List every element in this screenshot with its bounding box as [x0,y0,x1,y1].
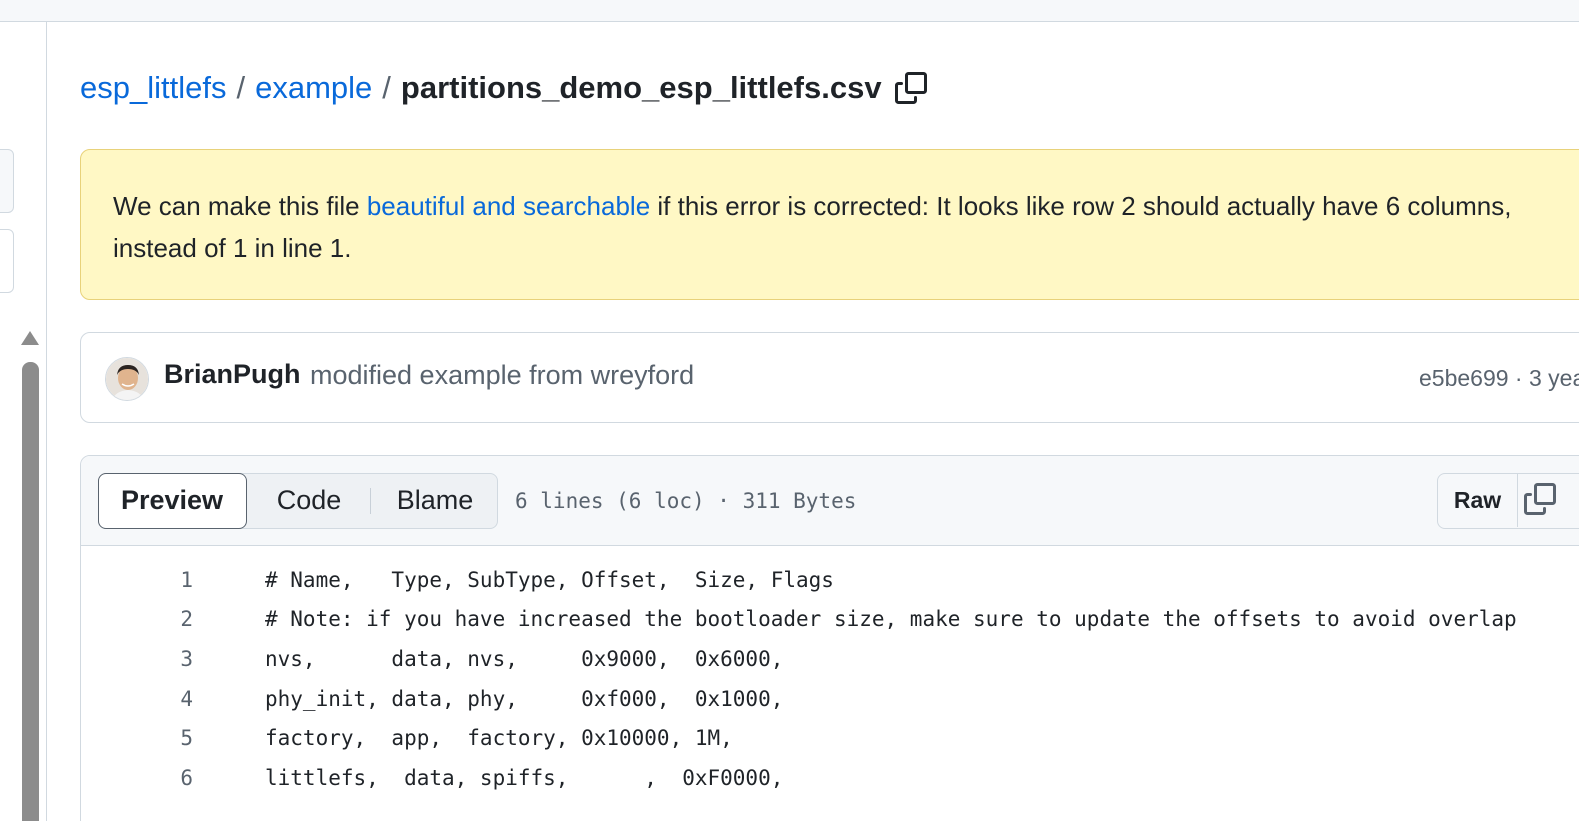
scroll-up-arrow-icon[interactable] [21,331,39,345]
raw-actions: Raw [1437,473,1579,529]
code-line: 2 # Note: if you have increased the boot… [81,600,1579,640]
code-line: 6 littlefs, data, spiffs, , 0xF0000, [81,758,1579,798]
commit-author[interactable]: BrianPugh [164,359,301,390]
copy-raw-icon[interactable] [1524,483,1560,519]
line-content: factory, app, factory, 0x10000, 1M, [265,726,733,751]
line-content: # Note: if you have increased the bootlo… [265,607,1517,632]
file-tree-search[interactable] [0,229,14,293]
line-content: phy_init, data, phy, 0xf000, 0x1000, [265,686,784,711]
tab-blame[interactable]: Blame [375,474,495,527]
scrollbar-thumb[interactable] [22,362,39,821]
code-line: 1 # Name, Type, SubType, Offset, Size, F… [81,560,1579,600]
commit-meta[interactable]: e5be699 · 3 years ago [1419,365,1579,392]
file-info: 6 lines (6 loc) · 311 Bytes [515,489,857,513]
line-number[interactable]: 4 [81,687,193,711]
flash-link[interactable]: beautiful and searchable [367,191,650,221]
code-view: 1 # Name, Type, SubType, Offset, Size, F… [81,546,1579,798]
tab-divider [370,488,371,514]
line-content: # Name, Type, SubType, Offset, Size, Fla… [265,567,834,592]
tab-preview[interactable]: Preview [97,472,247,529]
raw-button[interactable]: Raw [1438,474,1518,527]
code-line: 3 nvs, data, nvs, 0x9000, 0x6000, [81,639,1579,679]
line-number[interactable]: 5 [81,726,193,750]
flash-text-before: We can make this file [113,191,367,221]
code-line: 4 phy_init, data, phy, 0xf000, 0x1000, [81,679,1579,719]
breadcrumb-separator: / [236,70,246,105]
line-number[interactable]: 2 [81,607,193,631]
file-tree-button[interactable] [0,149,14,213]
file-viewer: Preview Code Blame 6 lines (6 loc) · 311… [80,455,1579,821]
line-number[interactable]: 1 [81,568,193,592]
csv-error-flash: We can make this file beautiful and sear… [80,149,1579,300]
line-number[interactable]: 3 [81,647,193,671]
latest-commit-bar: BrianPugh modified example from wreyford… [80,332,1579,423]
line-content: littlefs, data, spiffs, , 0xF0000, [265,765,784,790]
file-tree-pane [0,22,47,821]
breadcrumb-repo-link[interactable]: esp_littlefs [80,70,226,106]
top-bar [0,0,1579,22]
avatar[interactable] [105,357,149,401]
line-content: nvs, data, nvs, 0x9000, 0x6000, [265,646,784,671]
breadcrumb-folder-link[interactable]: example [255,70,372,106]
tab-code[interactable]: Code [249,474,369,527]
breadcrumb: esp_littlefs / example / partitions_demo… [80,66,928,110]
code-line: 5 factory, app, factory, 0x10000, 1M, [81,718,1579,758]
view-mode-toggle: Preview Code Blame [97,472,498,529]
commit-message[interactable]: modified example from wreyford [310,360,694,391]
breadcrumb-current-file: partitions_demo_esp_littlefs.csv [400,70,882,105]
line-number[interactable]: 6 [81,766,193,790]
breadcrumb-separator: / [382,70,391,105]
file-header: Preview Code Blame 6 lines (6 loc) · 311… [81,456,1579,546]
copy-path-icon[interactable] [894,71,928,105]
